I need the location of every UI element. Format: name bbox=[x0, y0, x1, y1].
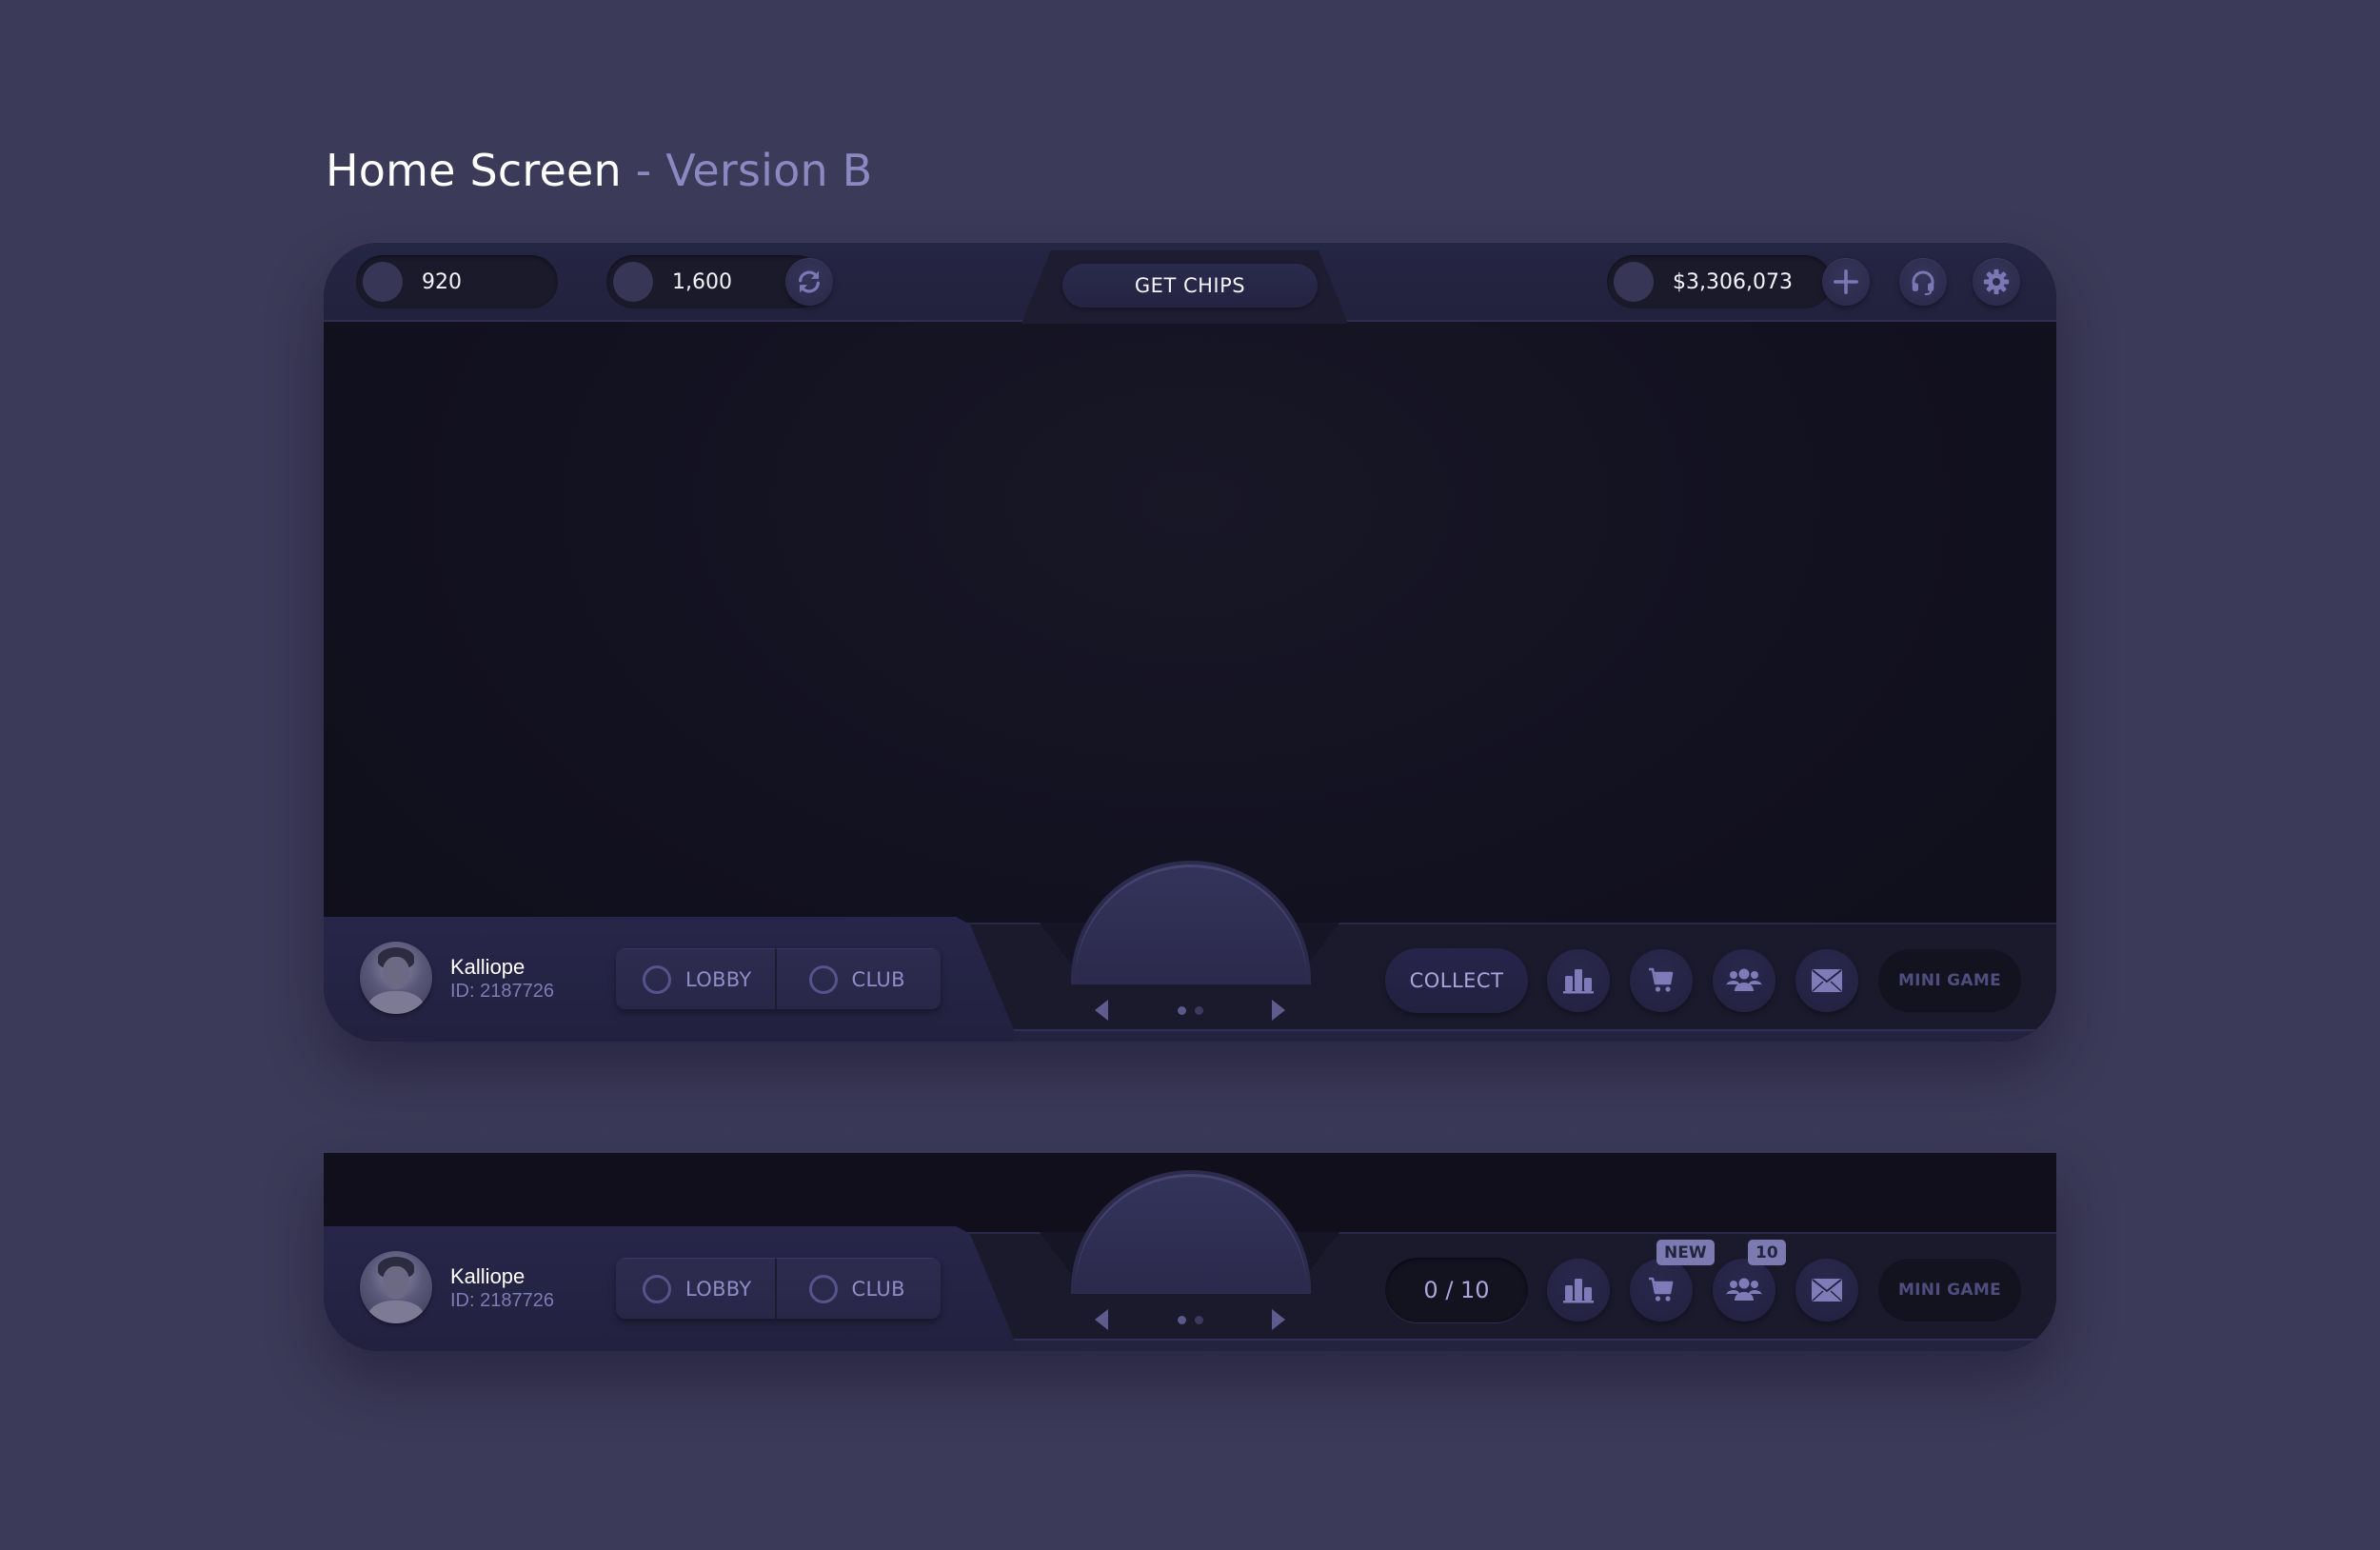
page-dot-active[interactable] bbox=[1177, 1005, 1186, 1015]
page-dot[interactable] bbox=[1194, 1005, 1203, 1015]
mode-tabs: LOBBY CLUB bbox=[616, 948, 941, 1009]
mode-tabs: LOBBY CLUB bbox=[616, 1258, 941, 1319]
alt-bottom-bar-panel: Kalliope ID: 2187726 LOBBY CLUB 0 / 10 N… bbox=[324, 1153, 2056, 1351]
coin-icon bbox=[363, 262, 403, 302]
plus-icon bbox=[1834, 269, 1858, 294]
ring-icon bbox=[643, 1274, 671, 1303]
ring-icon bbox=[808, 1274, 838, 1303]
page-dot[interactable] bbox=[1194, 1315, 1203, 1324]
tab-lobby[interactable]: LOBBY bbox=[616, 948, 775, 1009]
friends-button[interactable] bbox=[1713, 949, 1775, 1012]
friends-icon bbox=[1726, 1278, 1762, 1301]
bottom-bar-trim bbox=[1000, 1029, 2056, 1042]
page-title: Home Screen - Version B bbox=[326, 145, 872, 196]
player-name: Kalliope bbox=[450, 1264, 526, 1288]
avatar[interactable] bbox=[360, 1251, 432, 1323]
avatar-face bbox=[383, 957, 409, 989]
settings-button[interactable] bbox=[1973, 258, 2020, 306]
currency-1-value: 920 bbox=[422, 269, 462, 294]
bottom-bar: Kalliope ID: 2187726 LOBBY CLUB COLLECT bbox=[324, 864, 2056, 1042]
balance-display: $3,306,073 bbox=[1607, 255, 1832, 308]
mail-button[interactable] bbox=[1795, 1259, 1858, 1321]
refresh-button[interactable] bbox=[785, 258, 833, 306]
leaderboard-button[interactable] bbox=[1547, 949, 1610, 1012]
leaderboard-icon bbox=[1563, 969, 1594, 994]
carousel-pagination bbox=[1177, 1005, 1203, 1015]
friends-icon bbox=[1726, 968, 1762, 991]
coin-icon bbox=[1614, 262, 1654, 302]
tab-lobby[interactable]: LOBBY bbox=[616, 1258, 775, 1319]
collect-button[interactable]: COLLECT bbox=[1385, 948, 1528, 1013]
alt-bottom-bar: Kalliope ID: 2187726 LOBBY CLUB 0 / 10 N… bbox=[324, 1174, 2056, 1351]
cart-icon bbox=[1649, 967, 1674, 992]
currency-2-value: 1,600 bbox=[672, 269, 732, 294]
mail-icon bbox=[1812, 1279, 1842, 1302]
add-chips-button[interactable] bbox=[1822, 258, 1870, 306]
avatar-body bbox=[367, 991, 425, 1014]
refresh-icon bbox=[799, 270, 820, 293]
page-dot-active[interactable] bbox=[1177, 1315, 1186, 1324]
friends-button[interactable] bbox=[1713, 1259, 1775, 1321]
page-title-main: Home Screen bbox=[326, 145, 622, 196]
shop-new-badge: NEW bbox=[1656, 1240, 1715, 1265]
home-screen: 920 1,600 GET CHIPS $3,306,073 Kalliope … bbox=[324, 243, 2056, 1042]
carousel-nav bbox=[1095, 1305, 1285, 1334]
player-name: Kalliope bbox=[450, 955, 526, 979]
carousel-next-button[interactable] bbox=[1272, 1309, 1285, 1330]
avatar-body bbox=[367, 1301, 425, 1323]
page-title-version: - Version B bbox=[635, 145, 873, 196]
ring-icon bbox=[643, 964, 671, 994]
cart-icon bbox=[1649, 1277, 1674, 1302]
currency-1-display: 920 bbox=[356, 255, 558, 308]
shop-button[interactable] bbox=[1630, 949, 1693, 1012]
balance-value: $3,306,073 bbox=[1673, 269, 1793, 294]
coin-icon bbox=[613, 262, 653, 302]
shop-button[interactable] bbox=[1630, 1259, 1693, 1321]
headset-icon bbox=[1912, 270, 1934, 296]
support-button[interactable] bbox=[1899, 258, 1947, 306]
carousel-nav bbox=[1095, 996, 1285, 1024]
leaderboard-button[interactable] bbox=[1547, 1259, 1610, 1321]
bottom-bar-trim bbox=[1000, 1339, 2056, 1351]
ring-icon bbox=[808, 964, 838, 994]
avatar[interactable] bbox=[360, 942, 432, 1014]
friends-count-badge: 10 bbox=[1748, 1240, 1786, 1265]
mail-icon bbox=[1812, 969, 1842, 992]
tab-club-label: CLUB bbox=[851, 967, 905, 991]
carousel-pagination bbox=[1177, 1315, 1203, 1324]
mail-button[interactable] bbox=[1795, 949, 1858, 1012]
tab-club-label: CLUB bbox=[851, 1277, 905, 1301]
carousel-next-button[interactable] bbox=[1272, 1000, 1285, 1021]
leaderboard-icon bbox=[1563, 1279, 1594, 1303]
player-id: ID: 2187726 bbox=[450, 1290, 554, 1311]
avatar-face bbox=[383, 1266, 409, 1299]
mini-game-button[interactable]: MINI GAME bbox=[1878, 949, 2021, 1012]
collect-counter: 0 / 10 bbox=[1385, 1258, 1528, 1322]
gear-icon bbox=[1983, 268, 2010, 295]
mini-game-button[interactable]: MINI GAME bbox=[1878, 1259, 2021, 1321]
tab-lobby-label: LOBBY bbox=[685, 967, 752, 991]
get-chips-button[interactable]: GET CHIPS bbox=[1062, 264, 1318, 308]
carousel-prev-button[interactable] bbox=[1095, 1309, 1108, 1330]
tab-lobby-label: LOBBY bbox=[685, 1277, 752, 1301]
tab-club[interactable]: CLUB bbox=[774, 948, 941, 1009]
top-bar: 920 1,600 GET CHIPS $3,306,073 bbox=[324, 243, 2056, 324]
tab-club[interactable]: CLUB bbox=[774, 1258, 941, 1319]
carousel-prev-button[interactable] bbox=[1095, 1000, 1108, 1021]
player-id: ID: 2187726 bbox=[450, 981, 554, 1002]
